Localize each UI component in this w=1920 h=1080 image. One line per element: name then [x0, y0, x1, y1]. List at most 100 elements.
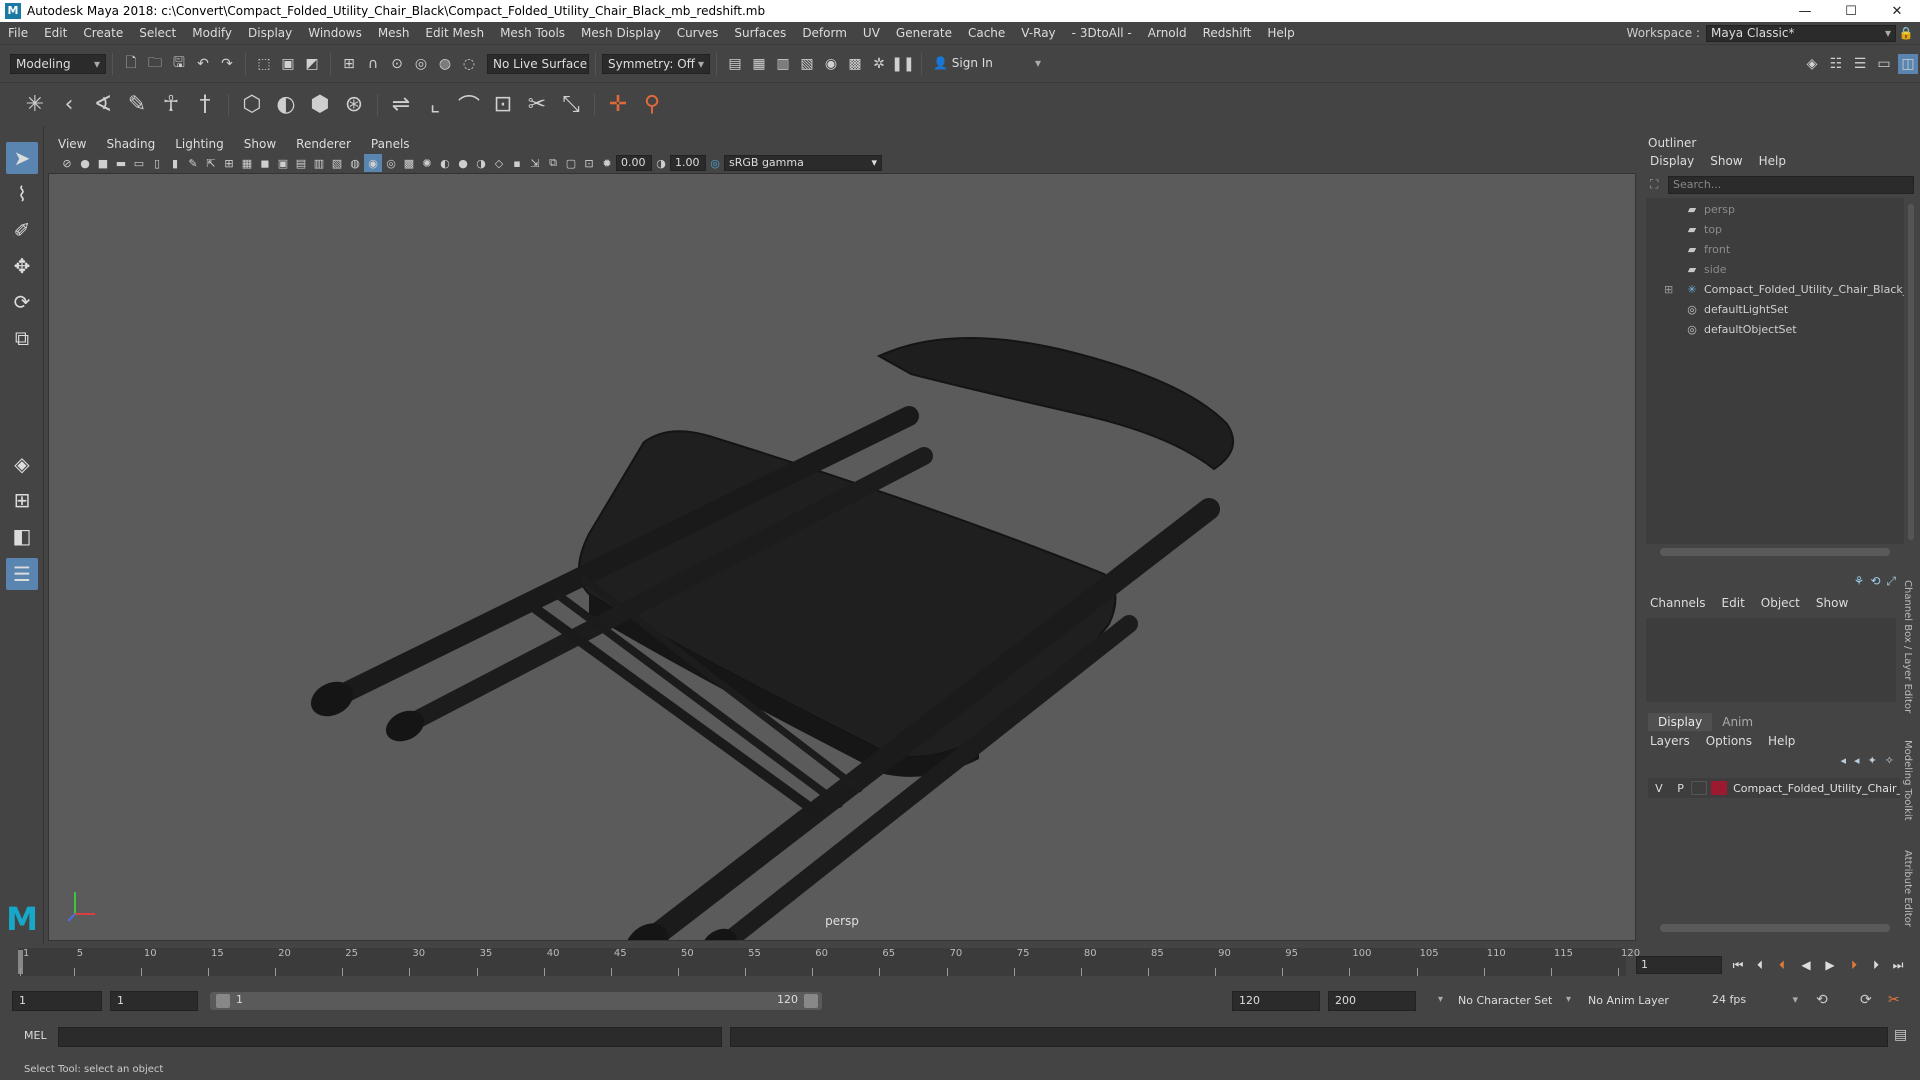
snap-surface-icon[interactable]: ◍ — [435, 54, 455, 74]
step-forward-key-icon[interactable]: ⏵ — [1866, 956, 1886, 974]
workspace-select[interactable]: Maya Classic* — [1706, 24, 1896, 42]
range-start-field[interactable]: 1 — [110, 991, 198, 1011]
open-scene-icon[interactable]: 🗀 — [145, 54, 165, 74]
two-pane-layout-icon[interactable]: ◧ — [6, 520, 38, 552]
move-layer-up-icon[interactable]: ◂ — [1841, 754, 1847, 767]
menu-mesh[interactable]: Mesh — [370, 26, 418, 40]
snap-curve-icon[interactable]: ∩ — [363, 54, 383, 74]
move-tool-icon[interactable]: ✥ — [6, 250, 38, 282]
go-to-start-icon[interactable]: ⏮ — [1728, 956, 1748, 974]
loop-icon[interactable]: ⟲ — [1816, 992, 1828, 1008]
shelf-pivot-icon[interactable]: ✛ — [601, 88, 635, 122]
render-setup-icon[interactable]: ▩ — [845, 54, 865, 74]
resolution-gate-icon[interactable]: ▯ — [148, 154, 166, 172]
shadows-icon[interactable]: ▧ — [328, 154, 346, 172]
camera-attributes-icon[interactable]: ● — [76, 154, 94, 172]
menu-surfaces[interactable]: Surfaces — [726, 26, 794, 40]
shelf-bezier-icon[interactable]: ✎ — [120, 88, 154, 122]
viewport-menu-shading[interactable]: Shading — [96, 137, 165, 151]
filter-icon[interactable]: ⛶ — [1650, 177, 1658, 192]
layer-hscrollbar[interactable] — [1660, 924, 1890, 932]
tab-anim[interactable]: Anim — [1712, 713, 1763, 731]
camera-select-icon[interactable]: ⊘ — [58, 154, 76, 172]
menu-edit[interactable]: Edit — [36, 26, 75, 40]
menu-arnold[interactable]: Arnold — [1140, 26, 1195, 40]
layer-row[interactable]: V P Compact_Folded_Utility_Chair_ — [1648, 778, 1900, 798]
tab-display[interactable]: Display — [1648, 713, 1713, 731]
mel-label[interactable]: MEL — [24, 1029, 47, 1042]
snap-view-icon[interactable]: ◎ — [411, 54, 431, 74]
end-frame-field[interactable]: 200 — [1328, 991, 1416, 1011]
menu-display[interactable]: Display — [240, 26, 300, 40]
step-forward-frame-icon[interactable]: ⏵ — [1844, 956, 1864, 974]
live-surface-field[interactable]: No Live Surface — [487, 53, 589, 74]
menu-generate[interactable]: Generate — [888, 26, 960, 40]
ipr-render-icon[interactable]: ▥ — [773, 54, 793, 74]
2d-pan-zoom-icon[interactable]: ⇱ — [202, 154, 220, 172]
wireframe-on-shaded-icon[interactable]: ▣ — [274, 154, 292, 172]
new-scene-icon[interactable]: 🗋 — [121, 54, 141, 74]
move-layer-down-icon[interactable]: ◂ — [1854, 754, 1860, 767]
render-frame-icon[interactable]: ▦ — [749, 54, 769, 74]
shelf-target-weld-icon[interactable]: ⤡ — [554, 88, 588, 122]
anim-prefs-icon[interactable]: ✂ — [1888, 992, 1900, 1008]
lights-icon[interactable]: ▥ — [310, 154, 328, 172]
shelf-snap-pivot-icon[interactable]: ⚲ — [635, 88, 669, 122]
scale-tool-icon[interactable]: ⧉ — [6, 322, 38, 354]
channel-menu-edit[interactable]: Edit — [1722, 596, 1745, 610]
viewport-menu-view[interactable]: View — [48, 137, 96, 151]
menu-mesh-display[interactable]: Mesh Display — [573, 26, 669, 40]
shelf-lattice-icon[interactable]: ⬢ — [303, 88, 337, 122]
select-object-icon[interactable]: ▣ — [278, 54, 298, 74]
layer-color-swatch[interactable] — [1711, 781, 1728, 795]
shelf-deformer-icon[interactable]: ⊛ — [337, 88, 371, 122]
viewport-menu-show[interactable]: Show — [234, 137, 286, 151]
four-pane-layout-icon[interactable]: ⊞ — [6, 484, 38, 516]
maximize-button[interactable]: ☐ — [1828, 4, 1874, 19]
film-gate-icon[interactable]: ▭ — [130, 154, 148, 172]
layer-playback-toggle[interactable]: P — [1670, 782, 1692, 795]
outliner-menu-display[interactable]: Display — [1650, 154, 1694, 168]
viewport-menu-renderer[interactable]: Renderer — [286, 137, 361, 151]
exposure-icon[interactable]: ✹ — [598, 154, 616, 172]
outliner-vscrollbar[interactable] — [1908, 204, 1914, 540]
light-editor-icon[interactable]: ✲ — [869, 54, 889, 74]
xray-joints-icon[interactable]: ◎ — [382, 154, 400, 172]
viewport-menu-panels[interactable]: Panels — [361, 137, 420, 151]
menu-modify[interactable]: Modify — [184, 26, 240, 40]
new-layer-icon[interactable]: ✦ — [1868, 754, 1877, 767]
layer-menu-help[interactable]: Help — [1768, 734, 1795, 748]
sign-in-dropdown[interactable]: 👤 Sign In — [928, 53, 1046, 74]
new-layer-selected-icon[interactable]: ✧ — [1885, 754, 1894, 767]
anim-layer-label[interactable]: No Anim Layer — [1588, 994, 1669, 1007]
menu-create[interactable]: Create — [75, 26, 131, 40]
outliner-search-input[interactable]: Search... — [1668, 176, 1914, 194]
range-end-handle[interactable] — [804, 994, 818, 1008]
outliner-menu-help[interactable]: Help — [1759, 154, 1786, 168]
snap-point-icon[interactable]: ⊙ — [387, 54, 407, 74]
render-settings-icon[interactable]: ▧ — [797, 54, 817, 74]
color-space-dropdown[interactable]: sRGB gamma ▾ — [724, 155, 882, 171]
menu-redshift[interactable]: Redshift — [1195, 26, 1260, 40]
color-management-icon[interactable]: ◎ — [706, 154, 724, 172]
outliner-item[interactable]: ▰ top — [1646, 220, 1904, 240]
save-scene-icon[interactable]: 🖫 — [169, 54, 189, 74]
outliner-menu-show[interactable]: Show — [1710, 154, 1742, 168]
backface-culling-icon[interactable]: ▩ — [400, 154, 418, 172]
menu-cache[interactable]: Cache — [960, 26, 1013, 40]
undo-icon[interactable]: ↶ — [193, 54, 213, 74]
menu-set-dropdown[interactable]: Modeling — [10, 53, 106, 74]
shelf-multicut-icon[interactable]: ✂ — [520, 88, 554, 122]
textured-icon[interactable]: ▤ — [292, 154, 310, 172]
play-forward-icon[interactable]: ▶ — [1820, 956, 1840, 974]
shelf-append-icon[interactable]: ⊡ — [486, 88, 520, 122]
range-end-field[interactable]: 120 — [1232, 991, 1320, 1011]
ambient-occlusion-icon[interactable]: ✺ — [418, 154, 436, 172]
time-slider-track[interactable]: 1 5 10 15 20 25 30 35 40 45 50 55 60 65 70 75 80 85 90 95 10… — [18, 948, 1640, 976]
tool-settings-toggle-icon[interactable]: ☰ — [1850, 54, 1870, 74]
layer-menu-options[interactable]: Options — [1706, 734, 1752, 748]
minimize-button[interactable]: — — [1782, 4, 1828, 19]
range-bar[interactable]: 1 120 — [210, 992, 822, 1010]
menu-uv[interactable]: UV — [855, 26, 888, 40]
attribute-editor-toggle-icon[interactable]: ☷ — [1826, 54, 1846, 74]
